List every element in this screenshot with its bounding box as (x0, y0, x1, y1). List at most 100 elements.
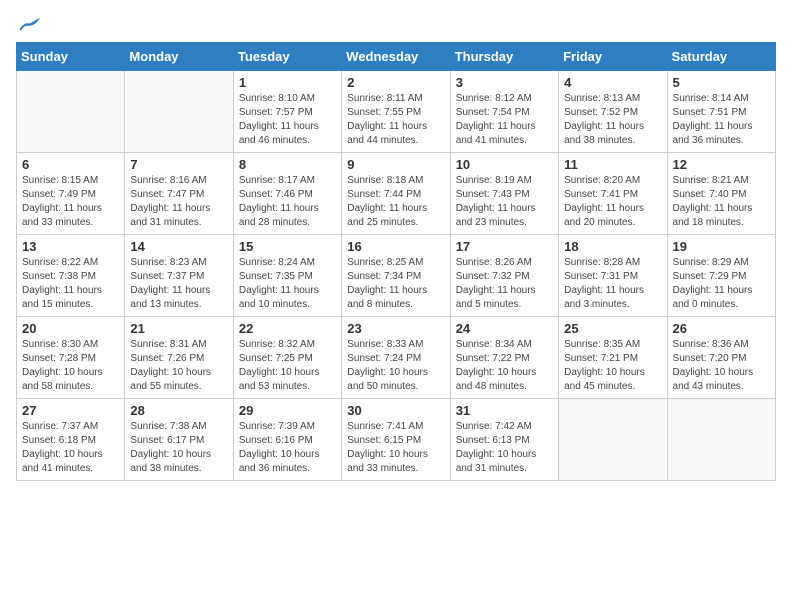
day-number: 5 (673, 75, 770, 90)
table-row (125, 71, 233, 153)
day-number: 24 (456, 321, 553, 336)
table-row: 27Sunrise: 7:37 AMSunset: 6:18 PMDayligh… (17, 399, 125, 481)
table-row: 28 Sunrise: 7:38 AMSunset: 6:17 PMDayligh… (125, 399, 233, 481)
day-info: Sunrise: 8:21 AMSunset: 7:40 PMDaylight:… (673, 174, 770, 230)
table-row: 4 Sunrise: 8:13 AMSunset: 7:52 PMDaylight… (559, 71, 667, 153)
day-number: 30 (347, 403, 444, 418)
day-info: Sunrise: 8:14 AMSunset: 7:51 PMDaylight:… (673, 92, 770, 148)
calendar-week-3: 13 Sunrise: 8:22 AMSunset: 7:38 PMDayligh… (17, 235, 776, 317)
day-info: Sunrise: 8:18 AMSunset: 7:44 PMDaylight:… (347, 174, 444, 230)
table-row: 10Sunrise: 8:19 AMSunset: 7:43 PMDayligh… (450, 153, 558, 235)
logo (16, 16, 40, 34)
header-thursday: Thursday (450, 43, 558, 71)
page-header (16, 16, 776, 34)
day-info: Sunrise: 8:16 AMSunset: 7:47 PMDaylight:… (130, 174, 227, 230)
table-row: 14 Sunrise: 8:23 AMSunset: 7:37 PMDayligh… (125, 235, 233, 317)
day-number: 2 (347, 75, 444, 90)
day-info: Sunrise: 8:12 AMSunset: 7:54 PMDaylight:… (456, 92, 553, 148)
table-row: 5 Sunrise: 8:14 AMSunset: 7:51 PMDaylight… (667, 71, 775, 153)
table-row: 29 Sunrise: 7:39 AMSunset: 6:16 PMDayligh… (233, 399, 341, 481)
table-row: 13 Sunrise: 8:22 AMSunset: 7:38 PMDayligh… (17, 235, 125, 317)
day-number: 25 (564, 321, 661, 336)
table-row: 7Sunrise: 8:16 AMSunset: 7:47 PMDaylight… (125, 153, 233, 235)
day-info: Sunrise: 8:34 AMSunset: 7:22 PMDaylight:… (456, 338, 553, 394)
calendar-header-row: SundayMondayTuesdayWednesdayThursdayFrid… (17, 43, 776, 71)
day-number: 14 (130, 239, 227, 254)
calendar-week-4: 20Sunrise: 8:30 AMSunset: 7:28 PMDayligh… (17, 317, 776, 399)
table-row: 18Sunrise: 8:28 AMSunset: 7:31 PMDayligh… (559, 235, 667, 317)
day-info: Sunrise: 8:13 AMSunset: 7:52 PMDaylight:… (564, 92, 661, 148)
table-row: 24 Sunrise: 8:34 AMSunset: 7:22 PMDayligh… (450, 317, 558, 399)
day-number: 11 (564, 157, 661, 172)
day-info: Sunrise: 7:39 AMSunset: 6:16 PMDaylight:… (239, 420, 336, 476)
table-row: 6 Sunrise: 8:15 AMSunset: 7:49 PMDaylight… (17, 153, 125, 235)
table-row: 23 Sunrise: 8:33 AMSunset: 7:24 PMDayligh… (342, 317, 450, 399)
header-wednesday: Wednesday (342, 43, 450, 71)
day-info: Sunrise: 7:41 AMSunset: 6:15 PMDaylight:… (347, 420, 444, 476)
day-number: 26 (673, 321, 770, 336)
table-row: 19Sunrise: 8:29 AMSunset: 7:29 PMDayligh… (667, 235, 775, 317)
header-sunday: Sunday (17, 43, 125, 71)
day-info: Sunrise: 8:36 AMSunset: 7:20 PMDaylight:… (673, 338, 770, 394)
day-info: Sunrise: 8:22 AMSunset: 7:38 PMDaylight:… (22, 256, 119, 312)
header-monday: Monday (125, 43, 233, 71)
day-number: 19 (673, 239, 770, 254)
day-info: Sunrise: 8:35 AMSunset: 7:21 PMDaylight:… (564, 338, 661, 394)
day-number: 23 (347, 321, 444, 336)
table-row: 1 Sunrise: 8:10 AMSunset: 7:57 PMDaylight… (233, 71, 341, 153)
table-row (559, 399, 667, 481)
table-row: 30 Sunrise: 7:41 AMSunset: 6:15 PMDayligh… (342, 399, 450, 481)
logo-bird-icon (18, 16, 40, 34)
day-number: 29 (239, 403, 336, 418)
table-row: 26 Sunrise: 8:36 AMSunset: 7:20 PMDayligh… (667, 317, 775, 399)
day-number: 28 (130, 403, 227, 418)
day-info: Sunrise: 8:33 AMSunset: 7:24 PMDaylight:… (347, 338, 444, 394)
table-row: 9 Sunrise: 8:18 AMSunset: 7:44 PMDaylight… (342, 153, 450, 235)
table-row: 31 Sunrise: 7:42 AMSunset: 6:13 PMDayligh… (450, 399, 558, 481)
day-info: Sunrise: 7:38 AMSunset: 6:17 PMDaylight:… (130, 420, 227, 476)
table-row: 3 Sunrise: 8:12 AMSunset: 7:54 PMDaylight… (450, 71, 558, 153)
day-number: 3 (456, 75, 553, 90)
table-row: 20Sunrise: 8:30 AMSunset: 7:28 PMDayligh… (17, 317, 125, 399)
table-row: 22 Sunrise: 8:32 AMSunset: 7:25 PMDayligh… (233, 317, 341, 399)
calendar-table: SundayMondayTuesdayWednesdayThursdayFrid… (16, 42, 776, 481)
day-number: 22 (239, 321, 336, 336)
day-number: 9 (347, 157, 444, 172)
table-row (17, 71, 125, 153)
table-row: 11Sunrise: 8:20 AMSunset: 7:41 PMDayligh… (559, 153, 667, 235)
day-number: 13 (22, 239, 119, 254)
day-number: 12 (673, 157, 770, 172)
table-row: 16 Sunrise: 8:25 AMSunset: 7:34 PMDayligh… (342, 235, 450, 317)
header-friday: Friday (559, 43, 667, 71)
day-number: 16 (347, 239, 444, 254)
day-info: Sunrise: 8:15 AMSunset: 7:49 PMDaylight:… (22, 174, 119, 230)
table-row: 21Sunrise: 8:31 AMSunset: 7:26 PMDayligh… (125, 317, 233, 399)
table-row: 17 Sunrise: 8:26 AMSunset: 7:32 PMDayligh… (450, 235, 558, 317)
day-number: 31 (456, 403, 553, 418)
day-number: 15 (239, 239, 336, 254)
table-row (667, 399, 775, 481)
day-info: Sunrise: 8:26 AMSunset: 7:32 PMDaylight:… (456, 256, 553, 312)
day-info: Sunrise: 8:10 AMSunset: 7:57 PMDaylight:… (239, 92, 336, 148)
day-number: 6 (22, 157, 119, 172)
day-info: Sunrise: 8:25 AMSunset: 7:34 PMDaylight:… (347, 256, 444, 312)
table-row: 8 Sunrise: 8:17 AMSunset: 7:46 PMDaylight… (233, 153, 341, 235)
day-info: Sunrise: 7:42 AMSunset: 6:13 PMDaylight:… (456, 420, 553, 476)
day-info: Sunrise: 8:24 AMSunset: 7:35 PMDaylight:… (239, 256, 336, 312)
day-info: Sunrise: 8:19 AMSunset: 7:43 PMDaylight:… (456, 174, 553, 230)
day-number: 21 (130, 321, 227, 336)
day-number: 17 (456, 239, 553, 254)
day-number: 4 (564, 75, 661, 90)
day-number: 8 (239, 157, 336, 172)
table-row: 12 Sunrise: 8:21 AMSunset: 7:40 PMDayligh… (667, 153, 775, 235)
day-info: Sunrise: 8:23 AMSunset: 7:37 PMDaylight:… (130, 256, 227, 312)
header-tuesday: Tuesday (233, 43, 341, 71)
calendar-week-1: 1 Sunrise: 8:10 AMSunset: 7:57 PMDaylight… (17, 71, 776, 153)
day-info: Sunrise: 8:28 AMSunset: 7:31 PMDaylight:… (564, 256, 661, 312)
table-row: 2Sunrise: 8:11 AMSunset: 7:55 PMDaylight… (342, 71, 450, 153)
day-info: Sunrise: 8:17 AMSunset: 7:46 PMDaylight:… (239, 174, 336, 230)
day-number: 1 (239, 75, 336, 90)
day-number: 27 (22, 403, 119, 418)
header-saturday: Saturday (667, 43, 775, 71)
day-info: Sunrise: 8:32 AMSunset: 7:25 PMDaylight:… (239, 338, 336, 394)
